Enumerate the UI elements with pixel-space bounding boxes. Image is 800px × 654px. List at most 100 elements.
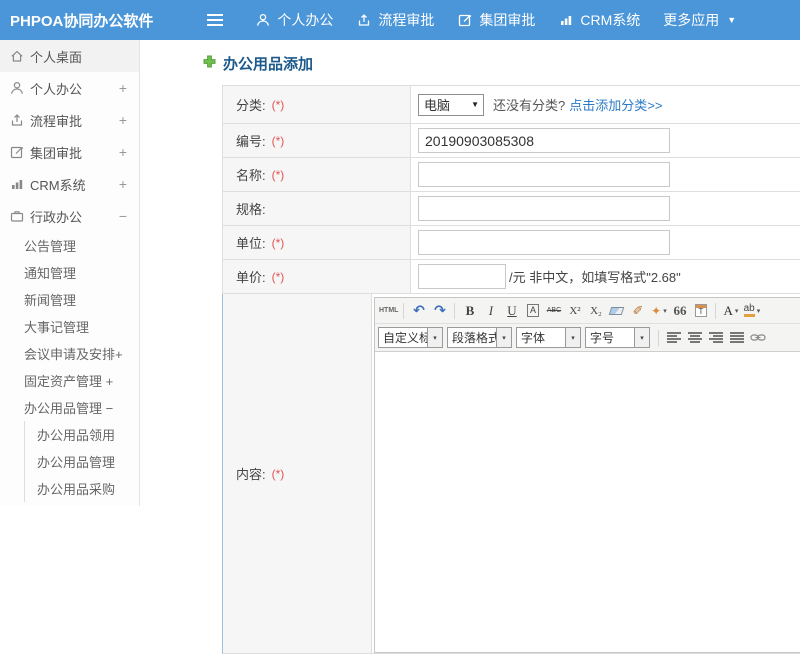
- unit-input[interactable]: [418, 230, 670, 255]
- caret-down-icon: ▾: [756, 307, 761, 315]
- field-label: 编号: (*): [223, 124, 411, 157]
- sidebar-label: 个人桌面: [30, 49, 83, 65]
- magic-pen-icon: ✦: [651, 303, 662, 318]
- caret-down-icon[interactable]: ▾: [497, 327, 512, 348]
- sidebar-item-personal-office[interactable]: 个人办公 +: [0, 72, 139, 104]
- sidebar-item-memorabilia-mgmt[interactable]: 大事记管理: [0, 313, 139, 340]
- expand-plus-icon[interactable]: +: [119, 112, 127, 128]
- caret-down-icon[interactable]: ▾: [428, 327, 443, 348]
- sidebar-item-crm-system[interactable]: CRM系统 +: [0, 168, 139, 200]
- insert-link-button[interactable]: [748, 328, 767, 348]
- sidebar-submenu: 公告管理 通知管理 新闻管理 大事记管理 会议申请及安排+ 固定资产管理 + 办…: [0, 232, 139, 502]
- caret-down-icon: ▾: [663, 307, 667, 315]
- subscript-button[interactable]: X₂: [586, 301, 605, 321]
- green-plus-icon: [203, 55, 216, 73]
- auto-typeset-button[interactable]: ✦ ▾: [649, 301, 668, 321]
- process-icon: [356, 12, 372, 28]
- sidebar-item-personal-desktop[interactable]: 个人桌面: [0, 40, 139, 72]
- topnav-more-apps[interactable]: 更多应用 ▼: [663, 10, 736, 30]
- source-code-button[interactable]: HTML: [379, 301, 398, 321]
- expand-plus-icon[interactable]: +: [119, 176, 127, 192]
- bar-chart-icon: [8, 176, 25, 192]
- topnav-label: 集团审批: [479, 12, 536, 28]
- expand-plus-icon[interactable]: +: [119, 80, 127, 96]
- category-select[interactable]: 电脑 ▼: [418, 93, 484, 116]
- underline-button[interactable]: U: [502, 301, 521, 321]
- caret-down-icon[interactable]: ▾: [566, 327, 581, 348]
- field-value: HTML ↶ ↷ B I U A ABC X² X₂ ✐ ✦ ▾ 66 T A …: [372, 294, 800, 653]
- font-color-button[interactable]: A ▾: [721, 301, 740, 321]
- topnav-process-approval[interactable]: 流程审批: [356, 10, 434, 30]
- user-icon: [8, 80, 25, 96]
- sidebar-label: 流程审批: [30, 113, 83, 129]
- sidebar-item-supplies-purchase[interactable]: 办公用品采购: [25, 475, 139, 502]
- user-icon: [255, 12, 271, 28]
- format-painter-button[interactable]: ✐: [628, 301, 647, 321]
- sidebar-item-notice-mgmt[interactable]: 通知管理: [0, 259, 139, 286]
- field-value: 电脑 ▼ 还没有分类? 点击添加分类>>: [411, 86, 800, 123]
- add-category-link[interactable]: 点击添加分类>>: [569, 95, 662, 114]
- redo-icon[interactable]: ↷: [430, 301, 449, 321]
- bold-button[interactable]: B: [460, 301, 479, 321]
- main-content: 办公用品添加 分类: (*) 电脑 ▼ 还没有分类? 点击添加分类>> 编号: …: [141, 40, 800, 654]
- required-mark: (*): [271, 269, 285, 284]
- field-value: [411, 192, 800, 225]
- sidebar-item-announcement-mgmt[interactable]: 公告管理: [0, 232, 139, 259]
- sidebar-item-supplies-requisition[interactable]: 办公用品领用: [25, 421, 139, 448]
- sidebar-item-admin-office[interactable]: 行政办公 −: [0, 200, 139, 232]
- sidebar-item-meeting-request[interactable]: 会议申请及安排+: [0, 340, 139, 367]
- font-family-select[interactable]: 字体 ▾: [516, 327, 581, 348]
- align-right-icon: [708, 332, 723, 343]
- label-text: 编号:: [236, 134, 266, 149]
- char-border-button[interactable]: A: [523, 301, 542, 321]
- price-suffix: /元 非中文，如填写格式"2.68": [509, 270, 681, 285]
- topnav-personal-office[interactable]: 个人办公: [255, 10, 333, 30]
- paste-as-text-button[interactable]: [691, 301, 710, 321]
- custom-heading-select[interactable]: 自定义标题 ▾: [378, 327, 443, 348]
- sidebar-item-supplies-manage[interactable]: 办公用品管理: [25, 448, 139, 475]
- justify-button[interactable]: [727, 328, 746, 348]
- sidebar-item-news-mgmt[interactable]: 新闻管理: [0, 286, 139, 313]
- hamburger-menu-icon[interactable]: [203, 10, 227, 30]
- remove-format-button[interactable]: [607, 301, 626, 321]
- font-color-a-icon: A: [723, 302, 733, 318]
- field-label: 分类: (*): [223, 86, 411, 123]
- topnav-crm-system[interactable]: CRM系统: [558, 10, 640, 30]
- top-bar: PHPOA协同办公软件 个人办公 流程审批 集团审批 CRM系统 更多应用 ▼: [0, 0, 800, 40]
- sidebar-item-fixed-assets-mgmt[interactable]: 固定资产管理 +: [0, 367, 139, 394]
- align-left-icon: [666, 332, 681, 343]
- editor-toolbar-row1: HTML ↶ ↷ B I U A ABC X² X₂ ✐ ✦ ▾ 66 T A …: [375, 298, 800, 324]
- sidebar-item-process-approval[interactable]: 流程审批 +: [0, 104, 139, 136]
- app-brand: PHPOA协同办公软件: [10, 12, 154, 30]
- required-mark: (*): [271, 97, 285, 112]
- caret-down-icon[interactable]: ▾: [635, 327, 650, 348]
- expand-plus-icon[interactable]: +: [119, 144, 127, 160]
- background-color-button[interactable]: ab ▾: [742, 301, 761, 321]
- form-row-unit: 单位: (*): [222, 226, 800, 260]
- align-left-button[interactable]: [664, 328, 683, 348]
- strikethrough-button[interactable]: ABC: [544, 301, 563, 321]
- align-center-button[interactable]: [685, 328, 704, 348]
- align-right-button[interactable]: [706, 328, 725, 348]
- editor-content-area[interactable]: [375, 352, 800, 652]
- form-row-code: 编号: (*): [222, 124, 800, 158]
- superscript-button[interactable]: X²: [565, 301, 584, 321]
- price-input[interactable]: [418, 264, 506, 289]
- sidebar-item-office-supplies-mgmt[interactable]: 办公用品管理 −: [0, 394, 139, 421]
- category-hint: 还没有分类?: [493, 98, 566, 113]
- name-input[interactable]: [418, 162, 670, 187]
- collapse-minus-icon[interactable]: −: [119, 208, 127, 224]
- undo-icon[interactable]: ↶: [409, 301, 428, 321]
- required-mark: (*): [271, 235, 285, 250]
- sidebar-item-group-approval[interactable]: 集团审批 +: [0, 136, 139, 168]
- font-size-select[interactable]: 字号 ▾: [585, 327, 650, 348]
- spec-input[interactable]: [418, 196, 670, 221]
- blockquote-button[interactable]: 66: [670, 301, 689, 321]
- code-input[interactable]: [418, 128, 670, 153]
- label-text: 规格:: [236, 202, 266, 217]
- italic-button[interactable]: I: [481, 301, 500, 321]
- category-selected-value: 电脑: [424, 98, 451, 113]
- topnav-group-approval[interactable]: 集团审批: [457, 10, 535, 30]
- eraser-icon: [609, 306, 625, 315]
- paragraph-format-select[interactable]: 段落格式 ▾: [447, 327, 512, 348]
